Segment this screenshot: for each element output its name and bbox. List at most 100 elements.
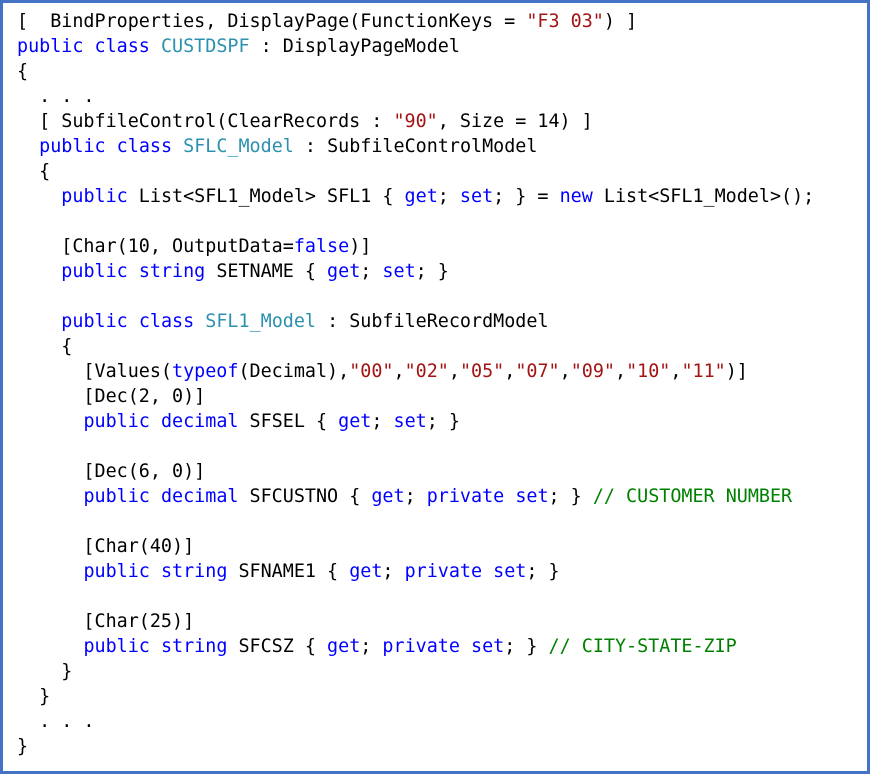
- string-literal-token: "90": [393, 111, 438, 132]
- code-text-token: [Dec(6, 0)]: [17, 461, 206, 482]
- string-literal-token: "07": [515, 361, 560, 382]
- code-line: [Char(10, OutputData=false)]: [17, 234, 814, 259]
- code-line: . . .: [17, 709, 814, 734]
- code-text-token: ;: [404, 486, 427, 507]
- string-literal-token: "10": [626, 361, 671, 382]
- code-text-token: : DisplayPageModel: [249, 36, 460, 57]
- code-text-token: [Char(40)]: [17, 536, 195, 557]
- string-literal-token: "02": [404, 361, 449, 382]
- code-text-token: ,: [559, 361, 571, 382]
- code-line: }: [17, 684, 814, 709]
- code-text-token: ; }: [526, 561, 560, 582]
- code-text-token: . . .: [17, 86, 95, 107]
- keyword-token: string: [160, 636, 228, 657]
- code-text-token: ,: [448, 361, 460, 382]
- keyword-token: class: [138, 311, 195, 332]
- code-text-token: : SubfileControlModel: [293, 136, 538, 157]
- keyword-token: set: [493, 561, 527, 582]
- code-line: [Char(40)]: [17, 534, 814, 559]
- code-text-token: , Size = 14) ]: [437, 111, 593, 132]
- code-line: [ BindProperties, DisplayPage(FunctionKe…: [17, 9, 814, 34]
- code-text-token: ; }: [548, 486, 593, 507]
- code-text-token: ,: [393, 361, 405, 382]
- code-block: [ BindProperties, DisplayPage(FunctionKe…: [17, 9, 814, 759]
- code-line: public class SFLC_Model : SubfileControl…: [17, 134, 814, 159]
- code-text-token: {: [17, 336, 73, 357]
- code-line: . . .: [17, 84, 814, 109]
- code-text-token: }: [17, 686, 51, 707]
- code-text-token: {: [17, 161, 51, 182]
- keyword-token: set: [471, 636, 505, 657]
- code-text-token: )]: [349, 236, 372, 257]
- string-literal-token: "F3 03": [526, 11, 604, 32]
- code-line: public string SFCSZ { get; private set; …: [17, 634, 814, 659]
- keyword-token: class: [116, 136, 173, 157]
- code-text-token: ; } =: [493, 186, 560, 207]
- code-text-token: ;: [382, 561, 405, 582]
- keyword-token: public: [17, 36, 84, 57]
- keyword-token: get: [327, 261, 361, 282]
- code-text-token: ) ]: [603, 11, 638, 32]
- code-text-token: [ BindProperties, DisplayPage(FunctionKe…: [17, 11, 527, 32]
- code-text-token: : SubfileRecordModel: [316, 311, 549, 332]
- keyword-token: decimal: [160, 486, 239, 507]
- keyword-token: public: [83, 561, 150, 582]
- keyword-token: new: [559, 186, 593, 207]
- keyword-token: string: [160, 561, 228, 582]
- keyword-token: public: [39, 136, 106, 157]
- code-line: [Char(25)]: [17, 609, 814, 634]
- code-text-token: )]: [725, 361, 748, 382]
- string-literal-token: "09": [570, 361, 615, 382]
- code-line: }: [17, 659, 814, 684]
- keyword-token: private: [426, 486, 505, 507]
- code-text-token: [Values(: [17, 361, 173, 382]
- code-text-token: ;: [360, 261, 383, 282]
- keyword-token: string: [138, 261, 206, 282]
- code-line: {: [17, 59, 814, 84]
- code-text-token: }: [17, 661, 73, 682]
- code-line: public decimal SFCUSTNO { get; private s…: [17, 484, 814, 509]
- code-text-token: ; }: [415, 261, 449, 282]
- code-text-token: [Dec(2, 0)]: [17, 386, 206, 407]
- code-text-token: SFCUSTNO {: [238, 486, 372, 507]
- code-text-token: ;: [437, 186, 460, 207]
- keyword-token: false: [293, 236, 350, 257]
- code-line: public class CUSTDSPF : DisplayPageModel: [17, 34, 814, 59]
- code-line: {: [17, 159, 814, 184]
- keyword-token: public: [83, 486, 150, 507]
- keyword-token: decimal: [160, 411, 239, 432]
- code-text-token: SFSEL {: [238, 411, 339, 432]
- code-line: [ SubfileControl(ClearRecords : "90", Si…: [17, 109, 814, 134]
- keyword-token: private: [404, 561, 483, 582]
- type-name-token: SFL1_Model: [205, 311, 316, 332]
- code-text-token: ,: [504, 361, 516, 382]
- keyword-token: set: [382, 261, 416, 282]
- code-line: public decimal SFSEL { get; set; }: [17, 409, 814, 434]
- code-text-token: List<SFL1_Model>();: [592, 186, 815, 207]
- code-text-token: ;: [371, 411, 394, 432]
- keyword-token: class: [94, 36, 150, 57]
- code-text-token: . . .: [17, 711, 95, 732]
- keyword-token: get: [338, 411, 372, 432]
- keyword-token: public: [61, 311, 128, 332]
- code-line: public List<SFL1_Model> SFL1 { get; set;…: [17, 184, 814, 209]
- type-name-token: SFLC_Model: [183, 136, 294, 157]
